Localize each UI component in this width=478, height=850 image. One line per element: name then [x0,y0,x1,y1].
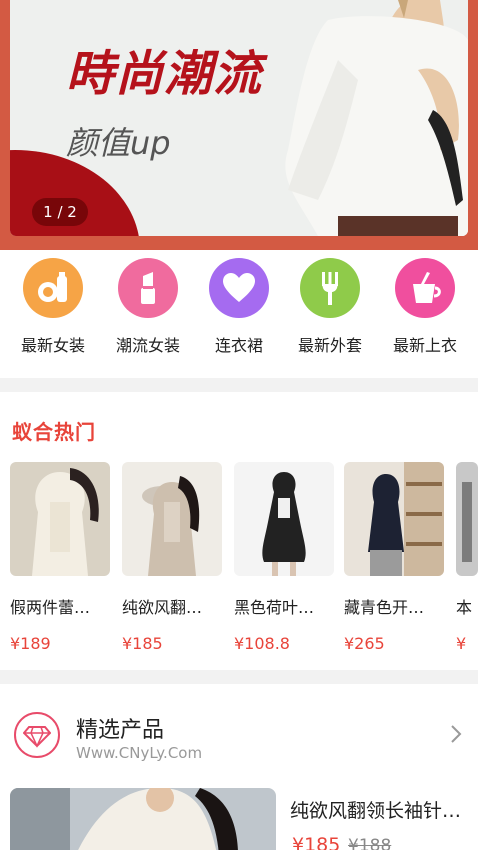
product-name: 假两件蕾… [10,598,91,617]
section-url: Www.CNyLy.Com [76,744,203,762]
product-name: 本 [456,598,473,617]
banner-pager: 1 / 2 [32,198,88,226]
product-price: ¥185 [122,634,163,653]
fruit-bottle-icon [23,258,83,318]
product-name[interactable]: 纯欲风翻领长袖针… [290,796,470,823]
product-original-price: ¥188 [348,836,392,850]
category-label: 连衣裙 [214,336,263,355]
banner-model-image [258,0,468,236]
banner-subtitle: 颜值up [66,124,171,162]
category-item-coat[interactable]: 最新外套 [284,258,376,356]
category-item-trendy-women[interactable]: 潮流女装 [102,258,194,356]
product-name: 藏青色开… [344,598,425,617]
product-price: ¥ [456,634,467,653]
category-label: 最新外套 [297,336,362,355]
hot-product-card[interactable]: 假两件蕾… ¥189 [10,462,110,653]
category-item-tops[interactable]: 最新上衣 [379,258,471,356]
category-nav: 最新女装 潮流女装 连衣裙 最新外套 最新上衣 [0,250,478,378]
product-price: ¥265 [344,634,385,653]
drink-cup-icon [395,258,455,318]
banner-title: 時尚潮流 [66,46,263,102]
product-price: ¥108.8 [234,634,290,653]
diamond-icon [14,712,60,758]
selected-products-section: 精选产品 Www.CNyLy.Com 纯欲风翻领长袖针… ¥185 ¥188 [0,684,478,850]
category-label: 最新上衣 [392,336,457,355]
category-label: 最新女装 [20,336,85,355]
product-image [234,462,334,576]
product-price: ¥185 [292,834,341,850]
product-name: 黑色荷叶… [234,598,315,617]
product-name: 纯欲风翻… [122,598,203,617]
hot-section: 蚁合热门 假两件蕾… ¥189 纯欲风翻… ¥185 黑色荷叶… ¥108.8 … [0,392,478,670]
lipstick-icon [118,258,178,318]
section-title: 精选产品 [76,718,165,743]
hot-product-card[interactable]: 藏青色开… ¥265 [344,462,444,653]
product-image[interactable] [10,788,276,850]
hot-product-card[interactable]: 本 ¥ [456,462,478,653]
product-image [344,462,444,576]
category-item-dress[interactable]: 连衣裙 [193,258,285,356]
product-image [10,462,110,576]
category-label: 潮流女装 [115,336,180,355]
chevron-right-icon[interactable] [444,722,468,746]
hot-section-title: 蚁合热门 [12,420,96,444]
product-image [122,462,222,576]
category-item-newest-women[interactable]: 最新女装 [7,258,99,356]
hot-product-card[interactable]: 黑色荷叶… ¥108.8 [234,462,334,653]
product-price: ¥189 [10,634,51,653]
heart-icon [209,258,269,318]
product-image [456,462,478,576]
fork-icon [300,258,360,318]
promo-banner[interactable]: 時尚潮流 颜值up 1 / 2 [10,0,468,236]
hot-product-card[interactable]: 纯欲风翻… ¥185 [122,462,222,653]
